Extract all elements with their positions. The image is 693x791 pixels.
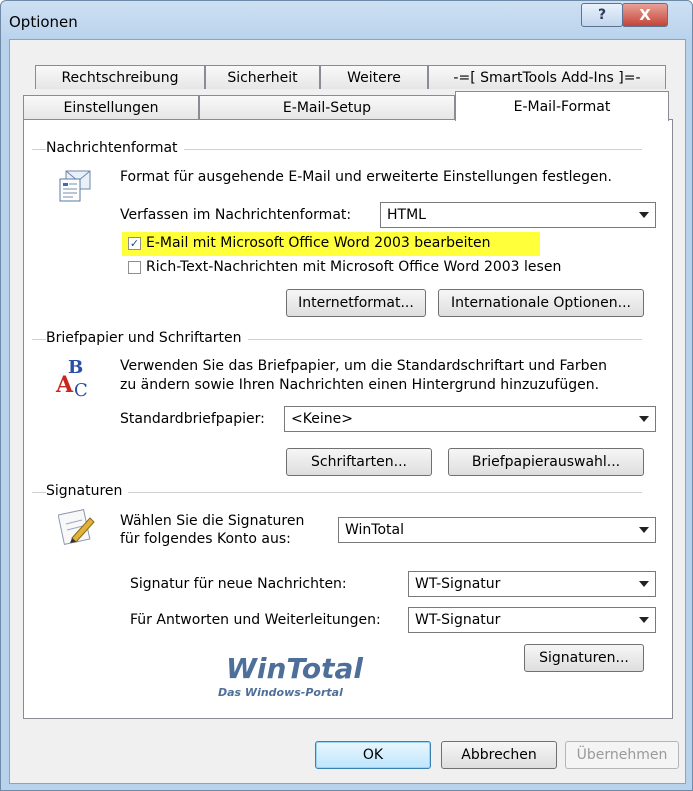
- default-stationery-value: <Keine>: [291, 411, 353, 427]
- signatures-button[interactable]: Signaturen...: [524, 644, 644, 672]
- title-bar[interactable]: Optionen ? X: [1, 1, 692, 39]
- tab-einstellungen[interactable]: Einstellungen: [23, 95, 199, 119]
- chevron-down-icon: [639, 527, 649, 533]
- replies-signature-select[interactable]: WT-Signatur: [408, 607, 656, 633]
- new-messages-signature-label: Signatur für neue Nachrichten:: [130, 576, 347, 592]
- tab-rechtschreibung[interactable]: Rechtschreibung: [35, 65, 205, 89]
- replies-signature-label: Für Antworten und Weiterleitungen:: [130, 612, 381, 628]
- wintotal-logo-text: WinTotal: [226, 652, 363, 685]
- signature-icon: [57, 508, 96, 546]
- richtext-checkbox[interactable]: [128, 261, 141, 274]
- checkmark-icon: ✓: [129, 237, 140, 250]
- chevron-down-icon: [639, 416, 649, 422]
- richtext-label[interactable]: Rich-Text-Nachrichten mit Microsoft Offi…: [146, 259, 561, 275]
- word-edit-label[interactable]: E-Mail mit Microsoft Office Word 2003 be…: [146, 235, 490, 251]
- stationery-title: Briefpapier und Schriftarten: [46, 330, 248, 346]
- window-title: Optionen: [9, 13, 78, 31]
- default-stationery-label: Standardbriefpapier:: [120, 411, 265, 427]
- fonts-icon-letter-c: C: [74, 380, 88, 398]
- close-button[interactable]: X: [622, 3, 668, 27]
- chevron-down-icon: [639, 581, 649, 587]
- choose-signatures-label-line1: Wählen Sie die Signaturen: [120, 513, 305, 529]
- new-messages-signature-select[interactable]: WT-Signatur: [408, 571, 656, 597]
- word-edit-checkbox[interactable]: ✓: [128, 237, 141, 250]
- tab-weitere[interactable]: Weitere: [320, 65, 428, 89]
- tab-sicherheit[interactable]: Sicherheit: [205, 65, 320, 89]
- stationery-description-line1: Verwenden Sie das Briefpapier, um die St…: [120, 358, 607, 374]
- options-dialog: Optionen ? X Rechtschreibung Sicherheit …: [0, 0, 693, 791]
- fonts-icon: B A C: [54, 356, 94, 401]
- fonts-icon-letter-a: A: [55, 372, 74, 398]
- tab-email-format[interactable]: E-Mail-Format: [455, 91, 669, 121]
- compose-format-select[interactable]: HTML: [380, 202, 656, 228]
- help-icon: ?: [597, 7, 607, 23]
- account-select[interactable]: WinTotal: [338, 517, 656, 543]
- message-format-icon: [58, 169, 92, 203]
- cancel-button[interactable]: Abbrechen: [441, 741, 557, 769]
- choose-signatures-label-line2: für folgendes Konto aus:: [120, 531, 291, 547]
- stationery-picker-button[interactable]: Briefpapierauswahl...: [448, 448, 644, 476]
- help-button[interactable]: ?: [581, 3, 623, 27]
- apply-button[interactable]: Übernehmen: [565, 741, 679, 769]
- ok-button[interactable]: OK: [315, 741, 431, 769]
- replies-signature-value: WT-Signatur: [415, 612, 501, 628]
- compose-format-value: HTML: [387, 207, 426, 223]
- internet-format-button[interactable]: Internetformat...: [286, 289, 426, 317]
- message-format-description: Format für ausgehende E-Mail und erweite…: [120, 169, 612, 185]
- account-value: WinTotal: [345, 522, 404, 538]
- new-messages-signature-value: WT-Signatur: [415, 576, 501, 592]
- chevron-down-icon: [639, 212, 649, 218]
- fonts-button[interactable]: Schriftarten...: [286, 448, 432, 476]
- chevron-down-icon: [639, 617, 649, 623]
- tab-row-1: Rechtschreibung Sicherheit Weitere -=[ S…: [35, 65, 666, 89]
- default-stationery-select[interactable]: <Keine>: [284, 406, 656, 432]
- tab-email-setup[interactable]: E-Mail-Setup: [199, 95, 455, 119]
- message-format-title: Nachrichtenformat: [46, 140, 184, 156]
- tab-row-2: Einstellungen E-Mail-Setup E-Mail-Format: [23, 91, 669, 121]
- tab-smarttools[interactable]: -=[ SmartTools Add-Ins ]=-: [428, 65, 666, 89]
- wintotal-tagline: Das Windows-Portal: [218, 686, 343, 699]
- close-icon: X: [639, 6, 651, 24]
- stationery-description-line2: zu ändern sowie Ihren Nachrichten einen …: [120, 377, 600, 393]
- signatures-title: Signaturen: [46, 483, 129, 499]
- compose-format-label: Verfassen im Nachrichtenformat:: [120, 207, 352, 223]
- international-options-button[interactable]: Internationale Optionen...: [438, 289, 644, 317]
- wintotal-logo: WinTotal Das Windows-Portal: [210, 642, 380, 702]
- email-format-panel: Nachrichtenformat Format für ausgehende …: [23, 119, 673, 719]
